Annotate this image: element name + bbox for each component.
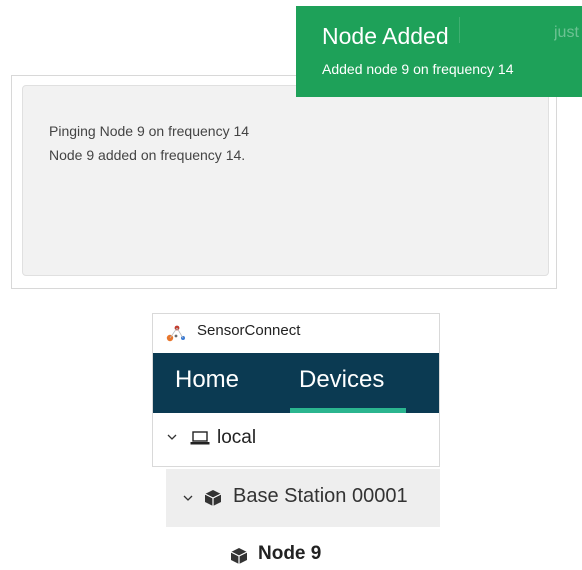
node-added-toast[interactable]: Node Added just Added node 9 on frequenc… — [296, 6, 582, 97]
cube-icon — [204, 490, 222, 506]
tree-item-base-station[interactable]: Base Station 00001 — [166, 469, 440, 527]
toast-timestamp: just — [554, 24, 579, 41]
main-nav: Home Devices — [153, 353, 439, 413]
laptop-icon — [190, 431, 210, 445]
log-panel: Pinging Node 9 on frequency 14 Node 9 ad… — [11, 75, 557, 289]
toast-title: Node Added — [322, 23, 449, 49]
tree-item-label: Base Station 00001 — [233, 485, 408, 507]
tree-item-node[interactable]: Node 9 — [228, 540, 388, 570]
tab-devices[interactable]: Devices — [299, 366, 384, 394]
chevron-down-icon[interactable] — [167, 432, 177, 442]
log-line: Node 9 added on frequency 14. — [49, 147, 246, 163]
log-line: Pinging Node 9 on frequency 14 — [49, 123, 250, 139]
toast-divider — [459, 17, 460, 43]
tree-item-label: Node 9 — [258, 543, 322, 564]
toast-message: Added node 9 on frequency 14 — [322, 61, 514, 77]
log-output: Pinging Node 9 on frequency 14 Node 9 ad… — [22, 85, 549, 276]
sensorconnect-logo-icon — [166, 325, 185, 342]
app-name: SensorConnect — [197, 322, 301, 339]
app-titlebar: SensorConnect — [153, 314, 439, 353]
sensorconnect-window: SensorConnect Home Devices local — [152, 313, 440, 467]
tab-home[interactable]: Home — [175, 366, 239, 394]
tree-item-label: local — [217, 427, 257, 448]
cube-icon — [230, 548, 248, 564]
chevron-down-icon[interactable] — [183, 493, 193, 503]
tree-item-local[interactable]: local — [153, 413, 439, 466]
